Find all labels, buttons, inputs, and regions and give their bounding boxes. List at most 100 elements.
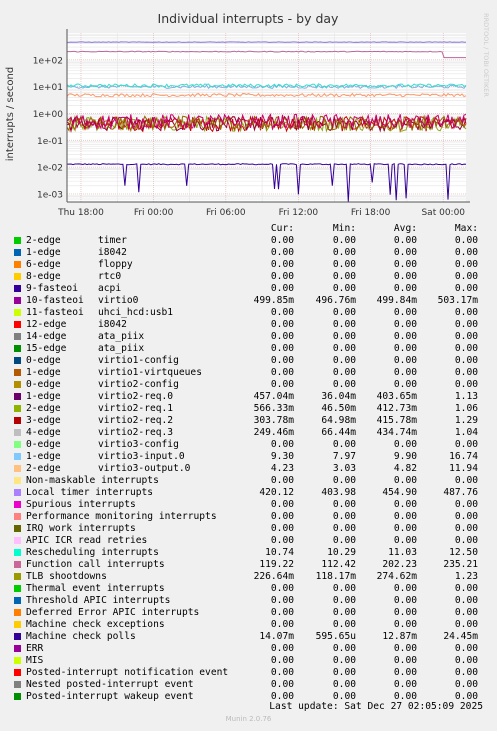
legend-name: 10-fasteoi [26,295,84,306]
legend-min-value: 0.00 [332,619,356,630]
legend-avg-value: 0.00 [393,523,417,534]
legend-swatch [14,621,21,628]
legend-avg-value: 415.78m [376,415,417,426]
legend-swatch [14,693,21,700]
legend-min-value: 0.00 [332,259,356,270]
legend-label: floppy [98,259,133,270]
legend-label: virtio2-req.3 [98,427,174,438]
legend-avg-value: 9.90 [393,451,417,462]
legend-row: MIS 0.00 0.00 0.00 0.00 [14,655,484,667]
legend-swatch [14,585,21,592]
legend-avg-value: 0.00 [393,307,417,318]
legend-min-value: 0.00 [332,595,356,606]
legend-row: Machine check polls 14.07m 595.65u 12.87m 24… [14,631,484,643]
legend-name: Machine check exceptions [26,619,165,630]
legend-name: 1-edge [26,367,61,378]
legend-max-value: 0.00 [454,259,478,270]
legend-avg-value: 0.00 [393,247,417,258]
legend-cur-value: 0.00 [270,475,294,486]
legend-max-value: 0.00 [454,679,478,690]
legend-swatch [14,285,21,292]
legend-min-value: 0.00 [332,655,356,666]
legend-name: 11-fasteoi [26,307,84,318]
legend-max-value: 0.00 [454,439,478,450]
legend-name: 0-edge [26,355,61,366]
legend-min-value: 0.00 [332,235,356,246]
legend-name: Machine check polls [26,631,136,642]
legend-label: timer [98,235,127,246]
legend-label: virtio3-config [98,439,179,450]
legend-max-value: 24.45m [443,631,478,642]
legend-swatch [14,429,21,436]
legend-avg-value: 0.00 [393,367,417,378]
legend-avg-value: 11.03 [388,547,417,558]
legend-name: ERR [26,643,44,654]
legend-label: virtio2-req.0 [98,391,174,402]
legend-row: 6-edge floppy 0.00 0.00 0.00 0.00 [14,259,484,271]
legend-name: Rescheduling interrupts [26,547,159,558]
legend-cur-value: 0.00 [270,331,294,342]
legend-avg-value: 0.00 [393,595,417,606]
legend-max-value: 0.00 [454,319,478,330]
legend-name: 6-edge [26,259,61,270]
legend-max-value: 12.50 [449,547,478,558]
legend-row: Non-maskable interrupts 0.00 0.00 0.00 0.00 [14,475,484,487]
legend-swatch [14,489,21,496]
legend-avg-value: 0.00 [393,475,417,486]
legend-max-value: 487.76 [443,487,478,498]
legend-header-avg: Avg: [393,223,417,234]
legend-row: Deferred Error APIC interrupts 0.00 0.00 0.… [14,607,484,619]
legend-max-value: 1.13 [454,391,478,402]
legend-min-value: 0.00 [332,511,356,522]
legend-name: 2-edge [26,463,61,474]
legend-name: 8-edge [26,271,61,282]
legend-cur-value: 0.00 [270,595,294,606]
legend-avg-value: 0.00 [393,643,417,654]
legend-row: 0-edge virtio2-config 0.00 0.00 0.00 0.00 [14,379,484,391]
legend-avg-value: 0.00 [393,331,417,342]
legend-avg-value: 0.00 [393,679,417,690]
legend-cur-value: 0.00 [270,367,294,378]
legend-min-value: 7.97 [332,451,356,462]
legend-swatch [14,333,21,340]
legend-avg-value: 0.00 [393,259,417,270]
legend-min-value: 0.00 [332,475,356,486]
legend-avg-value: 0.00 [393,355,417,366]
legend-swatch [14,537,21,544]
legend-row: Thermal event interrupts 0.00 0.00 0.00 0.00 [14,583,484,595]
legend-name: 1-edge [26,391,61,402]
legend-min-value: 10.29 [327,547,356,558]
legend-max-value: 0.00 [454,367,478,378]
legend-avg-value: 454.90 [382,487,417,498]
legend-name: Deferred Error APIC interrupts [26,607,200,618]
legend-max-value: 0.00 [454,607,478,618]
munin-version: Munin 2.0.76 [225,715,272,723]
legend-name: 4-edge [26,427,61,438]
legend-name: TLB shootdowns [26,571,107,582]
legend-min-value: 0.00 [332,607,356,618]
legend-row: Function call interrupts 119.22 112.42 202.… [14,559,484,571]
legend-avg-value: 434.74m [376,427,417,438]
legend-avg-value: 0.00 [393,535,417,546]
legend-max-value: 0.00 [454,379,478,390]
legend-swatch [14,465,21,472]
legend-min-value: 0.00 [332,283,356,294]
legend-max-value: 0.00 [454,355,478,366]
legend-min-value: 0.00 [332,319,356,330]
legend-avg-value: 274.62m [376,571,417,582]
legend-label: uhci_hcd:usb1 [98,307,174,318]
legend-min-value: 0.00 [332,343,356,354]
legend-swatch [14,405,21,412]
legend-avg-value: 4.82 [393,463,417,474]
legend-max-value: 0.00 [454,475,478,486]
legend-max-value: 0.00 [454,283,478,294]
legend-row: Performance monitoring interrupts 0.00 0.0… [14,511,484,523]
legend-cur-value: 4.23 [270,463,294,474]
legend-avg-value: 0.00 [393,271,417,282]
legend-name: 3-edge [26,415,61,426]
legend-label: i8042 [98,247,127,258]
legend-name: APIC ICR read retries [26,535,148,546]
legend-cur-value: 0.00 [270,607,294,618]
legend-swatch [14,381,21,388]
legend-cur-value: 0.00 [270,259,294,270]
